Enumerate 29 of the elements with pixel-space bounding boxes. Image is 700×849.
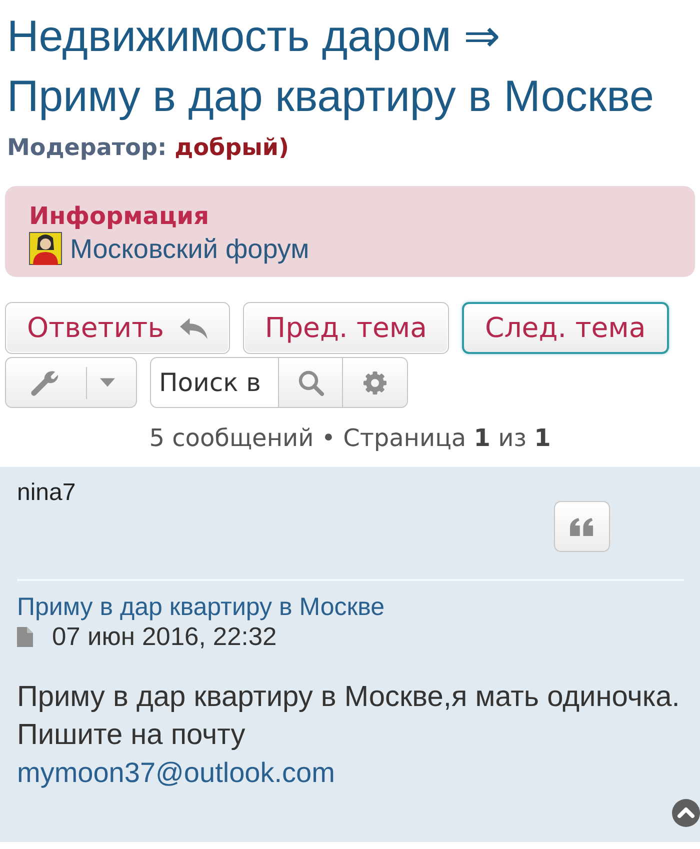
tools-button[interactable] — [5, 357, 137, 408]
moderator-link[interactable]: добрый) — [174, 135, 289, 161]
search-icon — [298, 370, 324, 396]
moderator-label: Модератор: — [7, 135, 167, 161]
info-heading: Информация — [29, 202, 209, 230]
post-author[interactable]: nina7 — [17, 479, 76, 507]
reply-arrow-icon — [180, 318, 208, 338]
chevron-up-icon[interactable] — [672, 799, 700, 827]
wrench-icon — [30, 368, 58, 396]
settings-button[interactable] — [343, 357, 408, 408]
topic-nav-button[interactable]: Ответить — [5, 302, 230, 354]
file-icon — [17, 627, 33, 647]
quote-button[interactable] — [554, 501, 610, 552]
settings-icon — [363, 370, 387, 394]
topic-nav-button[interactable]: След. тема — [462, 302, 669, 354]
post-title-link[interactable]: Приму в дар квартиру в Москве — [17, 593, 385, 621]
caret-down-icon — [100, 378, 115, 387]
topic-nav-button[interactable]: Пред. тема — [242, 302, 450, 354]
forum-link[interactable]: Недвижимость даром ⇒ — [7, 7, 500, 67]
search-field[interactable]: Поиск в — [150, 357, 278, 408]
post-body: Приму в дар квартиру в Москве,я мать одиночка. Пишите на почту — [17, 680, 680, 753]
post-date: 07 июн 2016, 22:32 — [52, 622, 277, 652]
email-link[interactable]: mymoon37@outlook.com — [17, 754, 335, 792]
forum-link[interactable]: Московский форум — [70, 232, 310, 264]
topic-title[interactable]: Приму в дар квартиру в Москве — [7, 67, 654, 127]
avatar-icon — [29, 232, 62, 265]
quote-icon — [570, 518, 594, 536]
pagination-text: 5 сообщений • Страница 1 из 1 — [149, 424, 551, 452]
search-button[interactable] — [278, 357, 343, 408]
